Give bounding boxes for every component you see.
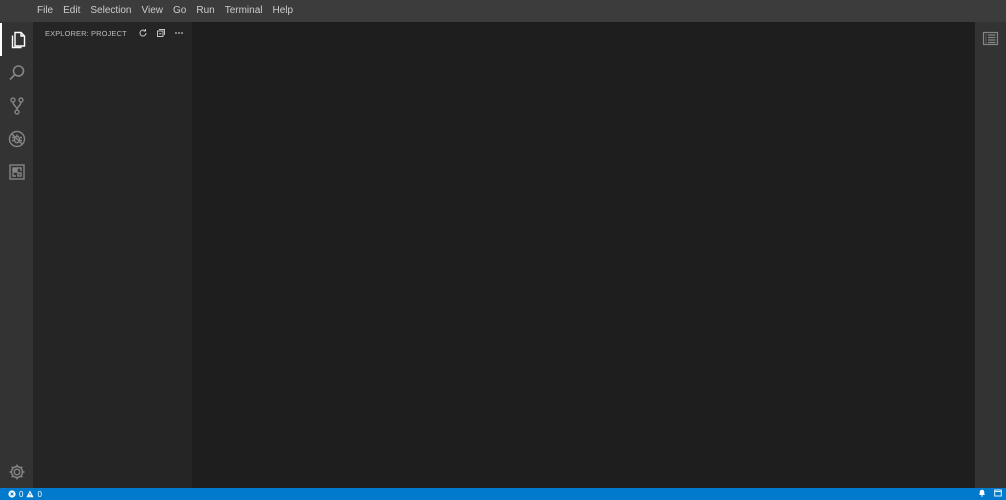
- menubar: File Edit Selection View Go Run Terminal…: [0, 0, 1006, 22]
- toggle-panel-button[interactable]: [994, 489, 1002, 499]
- menu-help[interactable]: Help: [268, 0, 299, 22]
- menu-edit[interactable]: Edit: [58, 0, 85, 22]
- menu-run[interactable]: Run: [191, 0, 219, 22]
- more-icon: [175, 32, 183, 34]
- search-icon: [8, 64, 24, 80]
- extensions-icon: [8, 163, 25, 180]
- activity-explorer[interactable]: [0, 23, 33, 56]
- debug-icon: [8, 130, 25, 147]
- menu-view[interactable]: View: [137, 0, 169, 22]
- menu-terminal[interactable]: Terminal: [220, 0, 268, 22]
- refresh-button[interactable]: [136, 26, 150, 40]
- sidebar-title: EXPLORER: PROJECT: [45, 28, 127, 38]
- sidebar-actions: [136, 26, 186, 40]
- error-count: 0: [19, 489, 24, 499]
- notifications-button[interactable]: [978, 489, 986, 499]
- menu-go[interactable]: Go: [168, 0, 191, 22]
- source-control-icon: [9, 96, 24, 115]
- more-actions-button[interactable]: [172, 26, 186, 40]
- warning-count: 0: [37, 489, 42, 499]
- activity-bar: [0, 22, 33, 488]
- collapse-all-icon: [157, 29, 165, 37]
- gear-icon: [9, 464, 24, 479]
- bell-icon: [979, 489, 985, 497]
- status-right: [978, 488, 1002, 500]
- activity-debug[interactable]: [0, 122, 33, 155]
- right-activity-bar: [975, 22, 1006, 488]
- editor-area[interactable]: [192, 22, 975, 488]
- menu-file[interactable]: File: [32, 0, 58, 22]
- status-bar: 0 0: [0, 488, 1006, 500]
- error-icon: [8, 490, 16, 498]
- activity-extensions[interactable]: [0, 155, 33, 188]
- sidebar-explorer: EXPLORER: PROJECT: [33, 22, 192, 488]
- collapse-all-button[interactable]: [154, 26, 168, 40]
- activity-source-control[interactable]: [0, 89, 33, 122]
- outline-list-icon: [982, 31, 999, 46]
- activity-search[interactable]: [0, 56, 33, 89]
- problems-indicator[interactable]: 0 0: [0, 490, 42, 499]
- refresh-icon: [139, 29, 147, 37]
- explorer-icon: [11, 31, 25, 48]
- panel-icon: [994, 489, 1002, 497]
- menu-selection[interactable]: Selection: [85, 0, 136, 22]
- activity-manage[interactable]: [0, 455, 33, 488]
- warning-icon: [26, 490, 35, 498]
- outline-button[interactable]: [975, 22, 1006, 55]
